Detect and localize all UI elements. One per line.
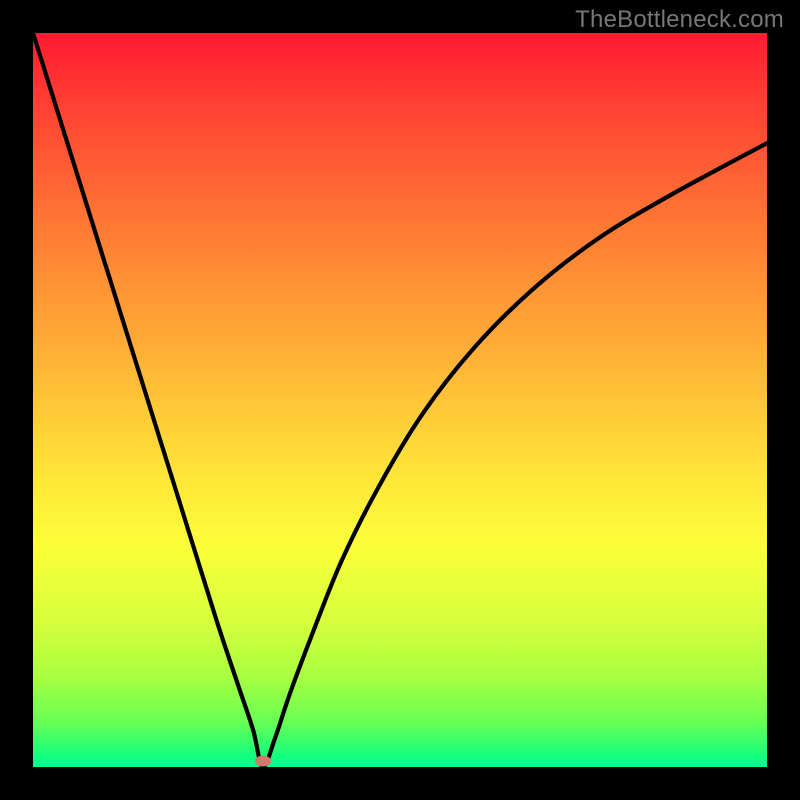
chart-frame: TheBottleneck.com: [0, 0, 800, 800]
watermark-text: TheBottleneck.com: [575, 6, 784, 34]
plot-area: [33, 33, 767, 767]
bottleneck-curve: [33, 33, 767, 767]
minimum-marker: [255, 756, 271, 767]
